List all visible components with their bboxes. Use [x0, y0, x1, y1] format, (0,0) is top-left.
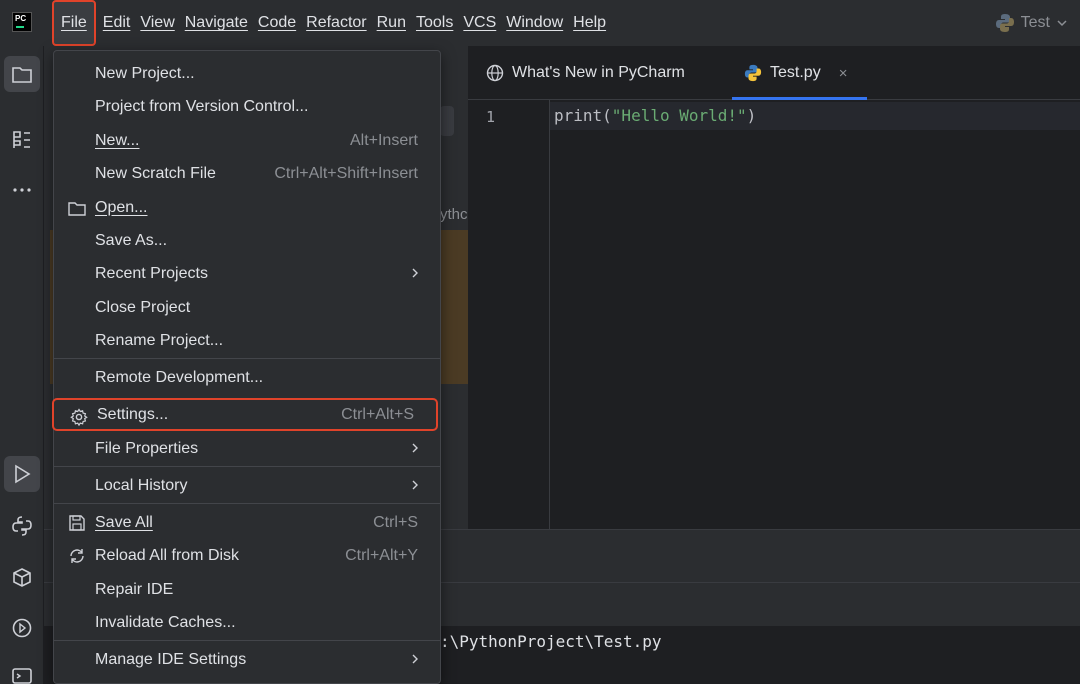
- line-number: 1: [486, 108, 496, 126]
- chevron-down-icon: [1057, 20, 1067, 27]
- chevron-right-icon: [412, 443, 418, 453]
- shortcut: Ctrl+S: [373, 513, 418, 531]
- menu-navigate[interactable]: Navigate: [180, 8, 253, 38]
- chevron-right-icon: [412, 268, 418, 278]
- code-line[interactable]: print("Hello World!"): [554, 106, 756, 125]
- python-console-icon: [12, 516, 32, 536]
- run-icon: [15, 464, 31, 484]
- more-icon: [13, 188, 31, 192]
- menu-refactor[interactable]: Refactor: [301, 8, 371, 38]
- shortcut: Ctrl+Alt+S: [341, 405, 414, 423]
- menu-item-open[interactable]: Open...: [54, 191, 440, 224]
- code-editor[interactable]: 1 print("Hello World!"): [468, 100, 1080, 529]
- chevron-right-icon: [412, 654, 418, 664]
- menu-item-settings[interactable]: Settings... Ctrl+Alt+S: [52, 398, 438, 431]
- menu-item-reload-all[interactable]: Reload All from Disk Ctrl+Alt+Y: [54, 539, 440, 572]
- tab-whats-new[interactable]: What's New in PyCharm: [486, 46, 685, 100]
- project-tool-button[interactable]: [4, 56, 40, 92]
- menu-code[interactable]: Code: [253, 8, 301, 38]
- menu-tools[interactable]: Tools: [411, 8, 458, 38]
- menu-item-new-scratch-file[interactable]: New Scratch File Ctrl+Alt+Shift+Insert: [54, 157, 440, 190]
- menu-separator: [54, 640, 440, 641]
- terminal-tool-button[interactable]: [4, 658, 40, 684]
- menu-item-new[interactable]: New... Alt+Insert: [54, 124, 440, 157]
- services-tool-button[interactable]: [4, 610, 40, 646]
- close-tab-icon[interactable]: ×: [839, 65, 848, 82]
- python-console-button[interactable]: [4, 508, 40, 544]
- code-function: print(: [554, 106, 612, 125]
- menu-item-manage-ide-settings[interactable]: Manage IDE Settings: [54, 643, 440, 676]
- globe-icon: [486, 64, 504, 82]
- menu-edit[interactable]: Edit: [98, 8, 136, 38]
- pycharm-logo-icon: PC: [12, 12, 32, 32]
- file-menu-dropdown: New Project... Project from Version Cont…: [52, 50, 441, 684]
- folder-icon: [12, 67, 32, 83]
- menu-item-project-from-vcs[interactable]: Project from Version Control...: [54, 90, 440, 123]
- menu-file[interactable]: File: [52, 0, 96, 46]
- menu-item-recent-projects[interactable]: Recent Projects: [54, 257, 440, 290]
- menu-item-rename-project[interactable]: Rename Project...: [54, 324, 440, 357]
- project-tree-text: ythc: [440, 206, 468, 223]
- menu-item-local-history[interactable]: Local History: [54, 469, 440, 502]
- shortcut: Alt+Insert: [349, 131, 418, 149]
- menu-item-close-project[interactable]: Close Project: [54, 291, 440, 324]
- python-packages-button[interactable]: [4, 560, 40, 596]
- reload-icon: [70, 549, 84, 563]
- main-menu-bar: File Edit View Navigate Code Refactor Ru…: [52, 0, 611, 46]
- menu-help[interactable]: Help: [568, 8, 611, 38]
- project-name: Test: [1020, 14, 1050, 31]
- run-tool-button[interactable]: [4, 456, 40, 492]
- menu-run[interactable]: Run: [372, 8, 411, 38]
- editor-tab-bar: What's New in PyCharm Test.py ×: [468, 46, 1080, 100]
- left-tool-strip: [0, 46, 44, 684]
- editor-gutter: 1: [468, 100, 550, 529]
- menu-item-remote-development[interactable]: Remote Development...: [54, 361, 440, 394]
- gear-icon: [70, 408, 88, 427]
- menu-item-invalidate-caches[interactable]: Invalidate Caches...: [54, 606, 440, 639]
- menu-view[interactable]: View: [135, 8, 179, 38]
- more-tools-button[interactable]: [4, 172, 40, 208]
- menu-window[interactable]: Window: [501, 8, 568, 38]
- chevron-right-icon: [412, 480, 418, 490]
- terminal-icon: [12, 668, 32, 684]
- tab-label: Test.py: [770, 64, 821, 81]
- structure-tool-button[interactable]: [4, 122, 40, 158]
- menu-separator: [54, 466, 440, 467]
- services-icon: [12, 618, 32, 638]
- folder-icon: [68, 202, 86, 216]
- menu-item-file-properties[interactable]: File Properties: [54, 432, 440, 465]
- python-icon: [744, 64, 762, 82]
- menu-vcs[interactable]: VCS: [458, 8, 501, 38]
- tab-label: What's New in PyCharm: [512, 64, 685, 81]
- menu-item-new-project[interactable]: New Project...: [54, 57, 440, 90]
- project-switcher[interactable]: Test: [995, 13, 1068, 33]
- menu-separator: [54, 358, 440, 359]
- title-bar: PC File Edit View Navigate Code Refactor…: [0, 0, 1080, 46]
- console-output: :\PythonProject\Test.py: [440, 632, 662, 651]
- shortcut: Ctrl+Alt+Y: [345, 546, 418, 564]
- menu-separator: [54, 503, 440, 504]
- menu-item-save-as[interactable]: Save As...: [54, 224, 440, 257]
- code-string: "Hello World!": [611, 106, 747, 125]
- menu-item-save-all[interactable]: Save All Ctrl+S: [54, 506, 440, 539]
- shortcut: Ctrl+Alt+Shift+Insert: [274, 164, 418, 182]
- python-icon: [995, 14, 1014, 32]
- panel-button: [440, 106, 454, 136]
- structure-icon: [13, 131, 30, 148]
- packages-icon: [13, 568, 31, 587]
- menu-item-repair-ide[interactable]: Repair IDE: [54, 573, 440, 606]
- save-icon: [69, 515, 85, 531]
- tab-test-py[interactable]: Test.py ×: [731, 46, 868, 100]
- code-suffix: ): [746, 106, 757, 125]
